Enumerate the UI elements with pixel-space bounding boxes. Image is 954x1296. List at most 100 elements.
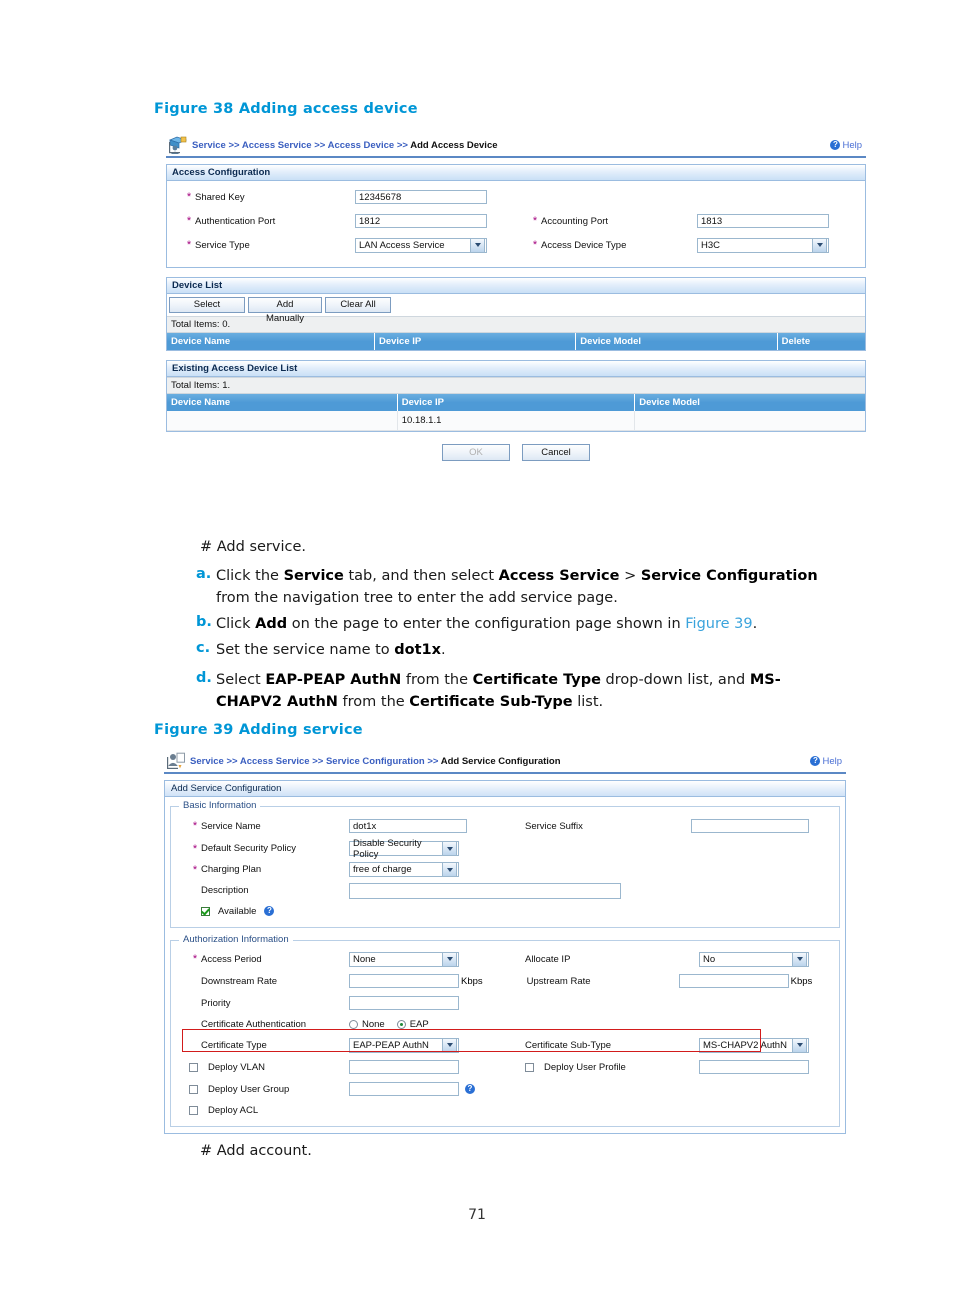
figure-38-caption: Figure 38 Adding access device <box>154 101 418 117</box>
service-type-value: LAN Access Service <box>359 239 445 251</box>
downstream-rate-input[interactable] <box>349 974 459 988</box>
breadcrumb-separator: >> <box>314 139 328 151</box>
required-marker: * <box>186 191 192 203</box>
deploy-vlan-row: Deploy VLAN Deploy User Profile <box>175 1056 835 1078</box>
add-account-heading: # Add account. <box>200 1143 312 1159</box>
certificate-auth-option-none: None <box>362 1018 385 1030</box>
access-period-select[interactable]: None <box>349 951 459 967</box>
certificate-auth-radio-eap[interactable] <box>396 1019 406 1029</box>
required-marker: * <box>532 215 538 227</box>
available-row: Available ? <box>175 901 835 921</box>
required-marker: * <box>186 215 192 227</box>
step-a-marker: a. <box>196 566 212 582</box>
add-manually-button[interactable]: Add Manually <box>248 297 322 324</box>
accounting-port-input[interactable]: 1813 <box>697 214 829 228</box>
column-device-model[interactable]: Device Model <box>634 394 865 411</box>
allocate-ip-select[interactable]: No <box>699 951 809 967</box>
authorization-information-fieldset: Authorization Information * Access Perio… <box>170 934 840 1127</box>
clear-all-button[interactable]: Clear All <box>325 297 391 313</box>
column-device-name[interactable]: Device Name <box>167 394 398 411</box>
breadcrumb-link-access-service[interactable]: Access Service <box>242 140 312 151</box>
certificate-sub-type-select[interactable]: MS-CHAPV2 AuthN <box>699 1037 809 1053</box>
required-marker: * <box>186 239 192 251</box>
ports-row: * Authentication Port 1812 * Accounting … <box>171 209 861 233</box>
access-period-row: * Access Period None Allocate IP No <box>175 948 835 970</box>
charging-plan-select[interactable]: free of charge <box>349 862 459 877</box>
column-delete[interactable]: Delete <box>777 333 865 350</box>
deploy-vlan-input[interactable] <box>349 1060 459 1074</box>
shared-key-row: * Shared Key 12345678 <box>171 185 861 209</box>
ok-button: OK <box>442 444 510 461</box>
upstream-rate-input[interactable] <box>678 974 789 988</box>
existing-access-device-list-panel: Existing Access Device List Total Items:… <box>166 360 866 432</box>
default-security-policy-row: * Default Security Policy Disable Securi… <box>175 838 835 860</box>
breadcrumb-link-access-device[interactable]: Access Device <box>328 140 395 151</box>
cancel-button[interactable]: Cancel <box>522 444 590 461</box>
certificate-auth-radio-none[interactable] <box>349 1019 358 1029</box>
description-label: Description <box>201 885 249 896</box>
description-input[interactable] <box>349 882 621 899</box>
default-security-policy-select[interactable]: Disable Security Policy <box>349 838 459 860</box>
add-service-configuration-panel: Add Service Configuration Basic Informat… <box>164 780 846 1134</box>
service-type-select[interactable]: LAN Access Service <box>355 237 487 253</box>
help-tip-icon[interactable]: ? <box>465 1084 475 1094</box>
breadcrumb-separator: >> <box>427 755 441 767</box>
select-button[interactable]: Select <box>169 297 245 313</box>
deploy-acl-checkbox[interactable] <box>189 1105 198 1115</box>
column-device-model[interactable]: Device Model <box>575 333 778 350</box>
existing-device-list-total: Total Items: 1. <box>167 377 865 394</box>
chevron-down-icon <box>470 237 485 253</box>
access-period-value: None <box>353 953 376 965</box>
certificate-type-value: EAP-PEAP AuthN <box>353 1039 429 1051</box>
required-marker: * <box>192 842 198 855</box>
help-link-38[interactable]: ? Help <box>830 140 862 151</box>
description-row: Description <box>175 880 835 901</box>
help-label: Help <box>822 755 842 767</box>
types-row: * Service Type LAN Access Service * Acce… <box>171 233 861 257</box>
service-configuration-icon <box>166 752 186 770</box>
deploy-user-profile-input[interactable] <box>699 1060 809 1074</box>
service-suffix-input[interactable] <box>691 819 809 833</box>
cell-device-model <box>634 411 865 431</box>
deploy-user-profile-checkbox[interactable] <box>525 1062 534 1072</box>
service-name-label: Service Name <box>201 820 261 832</box>
available-checkbox[interactable] <box>201 906 210 916</box>
certificate-authentication-label: Certificate Authentication <box>201 1018 307 1030</box>
default-security-policy-value: Disable Security Policy <box>353 837 422 860</box>
step-c-text: Set the service name to dot1x. <box>216 642 446 658</box>
table-header-row: Device Name Device IP Device Model <box>167 394 865 411</box>
service-name-input[interactable]: dot1x <box>349 819 467 833</box>
shared-key-input[interactable]: 12345678 <box>355 190 487 204</box>
deploy-user-group-input[interactable] <box>349 1082 459 1096</box>
certificate-sub-type-label: Certificate Sub-Type <box>525 1039 612 1051</box>
chevron-down-icon <box>442 862 457 877</box>
certificate-type-select[interactable]: EAP-PEAP AuthN <box>349 1037 459 1053</box>
rates-row: Downstream Rate Kbps Upstream Rate Kbps <box>175 970 835 992</box>
step-d-text: Select EAP-PEAP AuthN from the Certifica… <box>216 672 781 710</box>
column-device-ip[interactable]: Device IP <box>374 333 577 350</box>
breadcrumb-link-access-service[interactable]: Access Service <box>240 756 310 767</box>
figure-38-screenshot: Service >> Access Service >> Access Devi… <box>166 134 866 465</box>
priority-row: Priority <box>175 992 835 1014</box>
breadcrumb-current-39: Add Service Configuration <box>440 755 561 767</box>
breadcrumb-link-service[interactable]: Service <box>190 756 224 767</box>
deploy-user-group-checkbox[interactable] <box>189 1084 198 1094</box>
allocate-ip-value: No <box>703 953 716 965</box>
cell-device-name <box>167 411 398 431</box>
help-link-39[interactable]: ? Help <box>810 756 842 767</box>
breadcrumb-link-service[interactable]: Service <box>192 140 226 151</box>
breadcrumb-link-service-configuration[interactable]: Service Configuration <box>326 756 425 767</box>
authentication-port-input[interactable]: 1812 <box>355 214 487 228</box>
allocate-ip-label: Allocate IP <box>525 953 571 965</box>
table-row[interactable]: 10.18.1.1 <box>167 411 865 431</box>
shared-key-label: Shared Key <box>195 191 245 203</box>
column-device-ip[interactable]: Device IP <box>397 394 636 411</box>
access-device-type-select[interactable]: H3C <box>697 237 829 253</box>
deploy-vlan-checkbox[interactable] <box>189 1062 198 1072</box>
column-device-name[interactable]: Device Name <box>167 333 375 350</box>
table-header-row: Device Name Device IP Device Model Delet… <box>167 333 865 350</box>
access-period-label: Access Period <box>201 953 262 965</box>
deploy-acl-label: Deploy ACL <box>208 1104 259 1116</box>
priority-input[interactable] <box>349 996 459 1010</box>
help-tip-icon[interactable]: ? <box>264 906 275 916</box>
